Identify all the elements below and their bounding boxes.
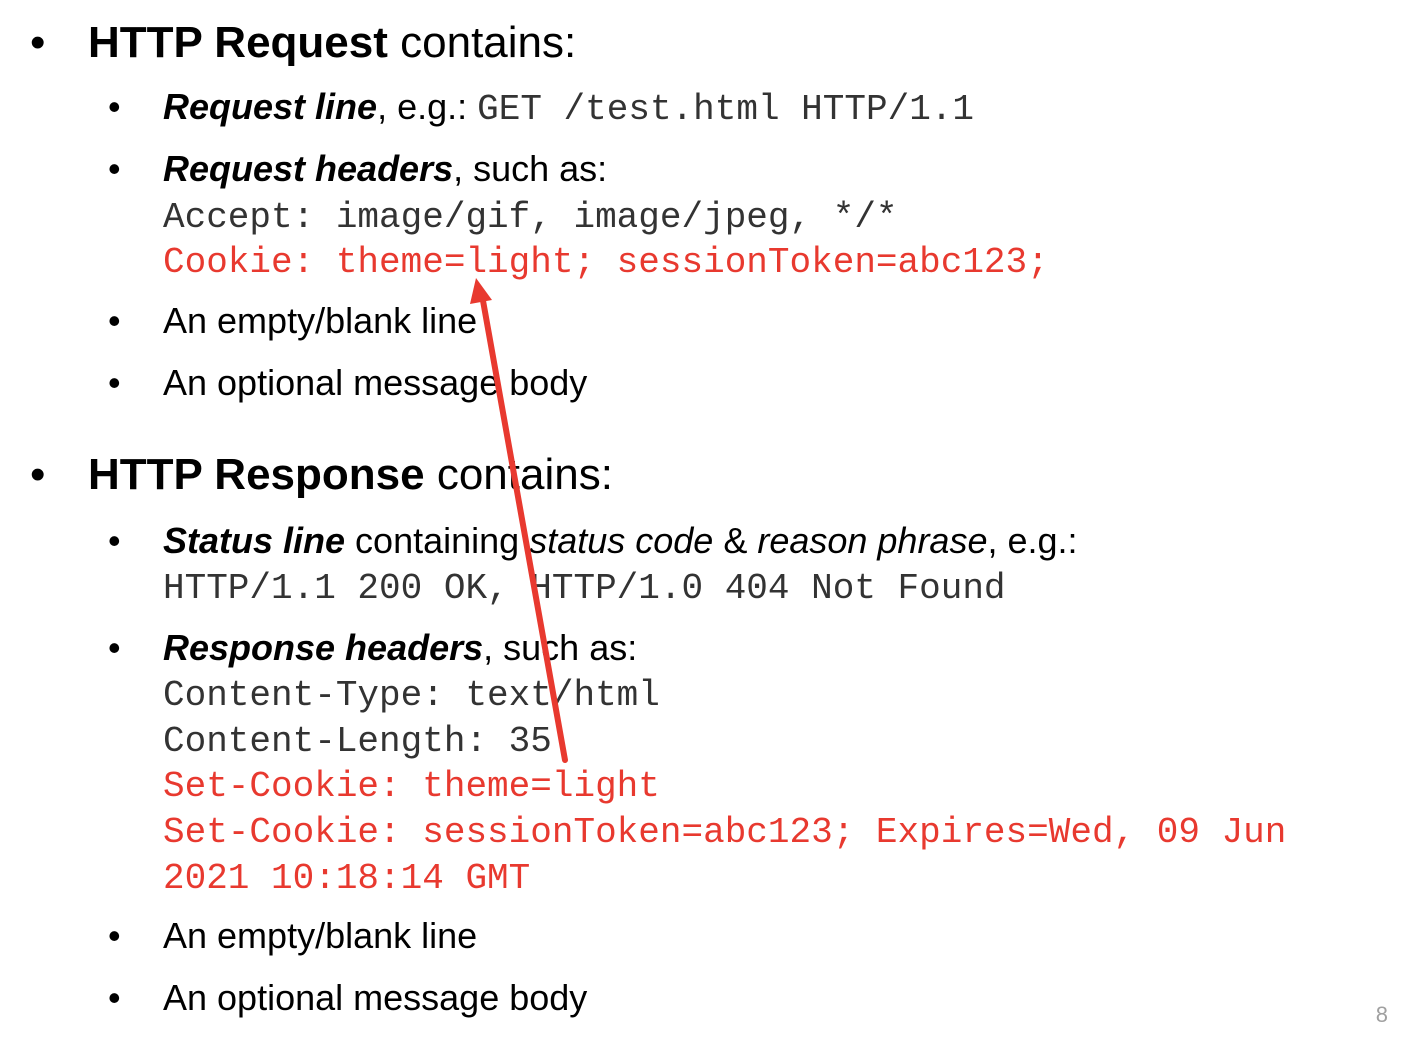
arrow-shaft xyxy=(479,292,568,763)
arrow-head xyxy=(470,278,492,304)
page-number: 8 xyxy=(1375,1002,1388,1027)
cookie-arrow xyxy=(470,278,568,763)
